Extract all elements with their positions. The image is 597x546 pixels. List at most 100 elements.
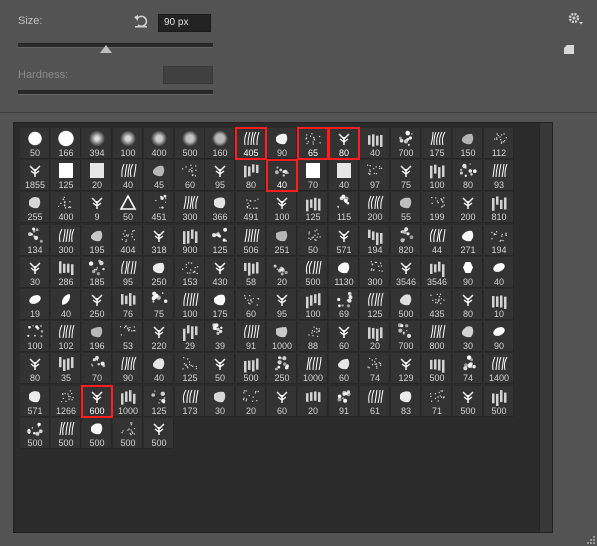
brush-preset-cell[interactable]: 30 [20, 257, 50, 288]
brush-preset-cell[interactable]: 80 [20, 353, 50, 384]
brush-preset-cell[interactable]: 69 [329, 289, 359, 320]
brush-preset-cell[interactable]: 95 [205, 160, 235, 191]
brush-preset-cell[interactable]: 150 [453, 128, 483, 159]
brush-preset-cell[interactable]: 506 [236, 225, 266, 256]
brush-preset-cell[interactable]: 500 [82, 418, 112, 449]
brush-preset-cell[interactable]: 286 [51, 257, 81, 288]
brush-preset-cell[interactable]: 20 [267, 257, 297, 288]
brush-preset-cell[interactable]: 435 [422, 289, 452, 320]
brush-preset-cell[interactable]: 76 [113, 289, 143, 320]
brush-preset-cell[interactable]: 58 [236, 257, 266, 288]
brush-preset-cell[interactable]: 1000 [298, 353, 328, 384]
brush-preset-cell[interactable]: 100 [298, 289, 328, 320]
brush-preset-cell[interactable]: 250 [267, 353, 297, 384]
brush-preset-cell[interactable]: 91 [236, 321, 266, 352]
brush-preset-cell[interactable]: 166 [51, 128, 81, 159]
brush-preset-cell[interactable]: 40 [144, 353, 174, 384]
brush-preset-cell[interactable]: 90 [453, 257, 483, 288]
brush-preset-cell[interactable]: 20 [236, 386, 266, 417]
brush-preset-cell[interactable]: 129 [391, 353, 421, 384]
brush-preset-cell[interactable]: 394 [82, 128, 112, 159]
brush-preset-cell[interactable]: 20 [82, 160, 112, 191]
brush-preset-cell[interactable]: 50 [20, 128, 50, 159]
brush-preset-cell[interactable]: 40 [329, 160, 359, 191]
brush-preset-cell[interactable]: 500 [453, 386, 483, 417]
brush-preset-cell[interactable]: 71 [422, 386, 452, 417]
brush-preset-cell[interactable]: 200 [360, 192, 390, 223]
brush-preset-cell[interactable]: 125 [51, 160, 81, 191]
brush-preset-cell[interactable]: 271 [453, 225, 483, 256]
brush-preset-cell[interactable]: 50 [205, 353, 235, 384]
brush-preset-cell[interactable]: 30 [205, 386, 235, 417]
brush-preset-cell[interactable]: 70 [298, 160, 328, 191]
brush-preset-cell[interactable]: 30 [453, 321, 483, 352]
brush-preset-cell[interactable]: 175 [422, 128, 452, 159]
brush-preset-cell[interactable]: 75 [144, 289, 174, 320]
brush-preset-cell[interactable]: 45 [144, 160, 174, 191]
brush-preset-cell[interactable]: 700 [391, 128, 421, 159]
brush-preset-cell[interactable]: 400 [51, 192, 81, 223]
brush-preset-cell[interactable]: 600 [81, 385, 113, 418]
brush-preset-cell[interactable]: 90 [267, 128, 297, 159]
brush-preset-cell[interactable]: 300 [51, 225, 81, 256]
brush-preset-cell[interactable]: 125 [205, 225, 235, 256]
brush-preset-cell[interactable]: 40 [51, 289, 81, 320]
brush-preset-cell[interactable]: 65 [297, 127, 329, 160]
brush-preset-cell[interactable]: 430 [205, 257, 235, 288]
brush-preset-cell[interactable]: 200 [453, 192, 483, 223]
brush-preset-cell[interactable]: 3546 [422, 257, 452, 288]
new-preset-icon[interactable] [563, 43, 575, 55]
brush-preset-cell[interactable]: 451 [144, 192, 174, 223]
brush-preset-cell[interactable]: 3546 [391, 257, 421, 288]
size-slider-thumb[interactable] [100, 45, 112, 53]
brush-preset-cell[interactable]: 80 [328, 127, 360, 160]
brush-preset-cell[interactable]: 199 [422, 192, 452, 223]
brush-preset-cell[interactable]: 571 [329, 225, 359, 256]
brush-preset-cell[interactable]: 100 [113, 128, 143, 159]
brush-preset-cell[interactable]: 44 [422, 225, 452, 256]
brush-preset-cell[interactable]: 91 [329, 386, 359, 417]
brush-preset-cell[interactable]: 35 [51, 353, 81, 384]
brush-preset-cell[interactable]: 491 [236, 192, 266, 223]
brush-preset-cell[interactable]: 60 [329, 353, 359, 384]
brush-preset-cell[interactable]: 100 [267, 192, 297, 223]
brush-preset-cell[interactable]: 700 [391, 321, 421, 352]
brush-preset-cell[interactable]: 194 [484, 225, 514, 256]
brush-preset-cell[interactable]: 80 [453, 160, 483, 191]
brush-preset-cell[interactable]: 102 [51, 321, 81, 352]
brush-preset-cell[interactable]: 100 [422, 160, 452, 191]
brush-preset-cell[interactable]: 820 [391, 225, 421, 256]
brush-preset-cell[interactable]: 93 [484, 160, 514, 191]
brush-preset-cell[interactable]: 20 [360, 321, 390, 352]
brush-preset-cell[interactable]: 1000 [113, 386, 143, 417]
brush-preset-cell[interactable]: 500 [422, 353, 452, 384]
size-input[interactable]: 90 px [158, 14, 211, 32]
brush-preset-cell[interactable]: 194 [360, 225, 390, 256]
brush-preset-cell[interactable]: 19 [20, 289, 50, 320]
brush-preset-cell[interactable]: 125 [360, 289, 390, 320]
brush-preset-cell[interactable]: 160 [205, 128, 235, 159]
brush-preset-cell[interactable]: 97 [360, 160, 390, 191]
brush-preset-cell[interactable]: 125 [298, 192, 328, 223]
brush-preset-cell[interactable]: 250 [82, 289, 112, 320]
brush-preset-cell[interactable]: 571 [20, 386, 50, 417]
brush-preset-cell[interactable]: 50 [113, 192, 143, 223]
brush-preset-cell[interactable]: 55 [391, 192, 421, 223]
brush-preset-cell[interactable]: 88 [298, 321, 328, 352]
brush-preset-cell[interactable]: 112 [484, 128, 514, 159]
brush-preset-cell[interactable]: 53 [113, 321, 143, 352]
brush-preset-cell[interactable]: 1130 [329, 257, 359, 288]
brush-preset-cell[interactable]: 318 [144, 225, 174, 256]
brush-preset-cell[interactable]: 134 [20, 225, 50, 256]
brush-preset-cell[interactable]: 40 [484, 257, 514, 288]
brush-preset-cell[interactable]: 800 [422, 321, 452, 352]
brush-preset-cell[interactable]: 810 [484, 192, 514, 223]
brush-preset-cell[interactable]: 185 [82, 257, 112, 288]
brush-preset-cell[interactable]: 95 [113, 257, 143, 288]
brush-preset-cell[interactable]: 1266 [51, 386, 81, 417]
brush-preset-cell[interactable]: 1000 [267, 321, 297, 352]
brush-preset-cell[interactable]: 366 [205, 192, 235, 223]
brush-preset-cell[interactable]: 90 [113, 353, 143, 384]
brush-preset-cell[interactable]: 100 [20, 321, 50, 352]
brush-preset-cell[interactable]: 195 [82, 225, 112, 256]
